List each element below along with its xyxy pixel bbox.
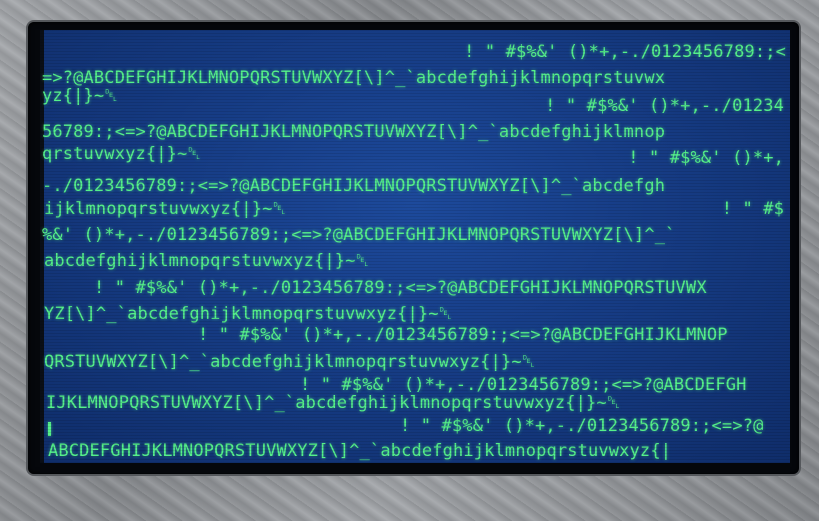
terminal-line: -./0123456789:;<=>?@ABCDEFGHIJKLMNOPQRST… [42,176,666,196]
terminal-line: ! " #$ [721,199,784,219]
terminal-line: ! " #$%&' ()*+,-./0123456789:;<=>?@ [400,416,764,436]
terminal-line: QRSTUVWXYZ[\]^_`abcdefghijklmnopqrstuvwx… [44,352,536,372]
terminal-line: ! " #$%&' ()*+,-./01234 [545,96,784,116]
terminal-line: ! " #$%&' ()*+,-./0123456789:;<=>?@ABCDE… [94,278,707,298]
terminal-line: abcdefghijklmnopqrstuvwxyz{|}~␡ [44,251,370,271]
terminal-line: IJKLMNOPQRSTUVWXYZ[\]^_`abcdefghijklmnop… [46,393,621,413]
terminal-line: ABCDEFGHIJKLMNOPQRSTUVWXYZ[\]^_`abcdefgh… [48,441,672,461]
terminal-line: %&' ()*+,-./0123456789:;<=>?@ABCDEFGHIJK… [42,225,676,245]
terminal-line: ! " #$%&' ()*+,-./0123456789:;<=>?@ABCDE… [198,325,728,345]
terminal-line: 56789:;<=>?@ABCDEFGHIJKLMNOPQRSTUVWXYZ[\… [42,122,666,142]
terminal-line: ! " #$%&' ()*+,-./0123456789:;< [464,42,786,62]
terminal-line: ! " #$%&' ()*+, [628,148,784,168]
text-cursor [48,422,51,436]
screen-bottom-border [40,463,790,473]
terminal-screen: ! " #$%&' ()*+,-./0123456789:;< =>?@ABCD… [40,30,790,463]
